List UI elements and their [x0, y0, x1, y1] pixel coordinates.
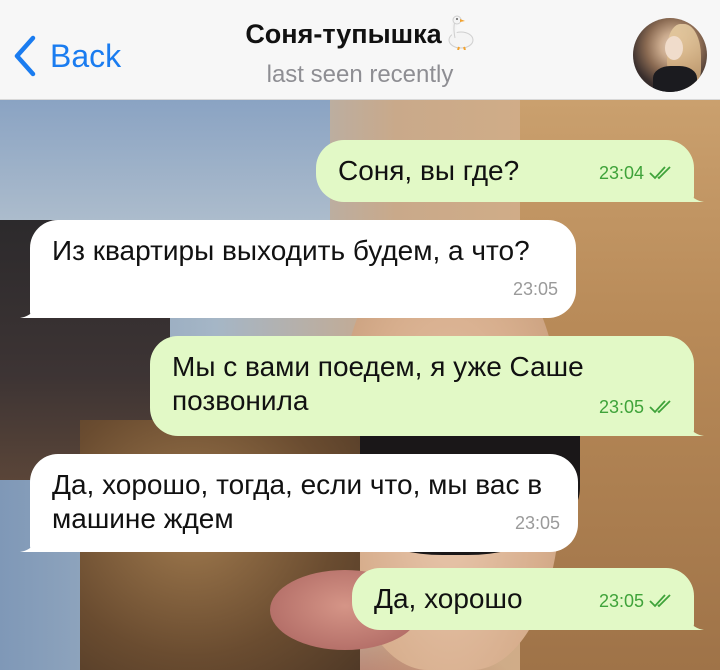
- goose-icon: [445, 14, 475, 55]
- double-check-icon: [649, 594, 671, 608]
- message-meta: 23:05: [599, 390, 676, 424]
- message-time: 23:05: [514, 513, 560, 533]
- double-check-icon: [649, 400, 671, 414]
- message-bubble-incoming[interactable]: Да, хорошо, тогда, если что, мы вас в ма…: [20, 454, 578, 552]
- message-time: 23:04: [598, 163, 644, 183]
- chat-title: Соня-тупышка: [245, 19, 442, 49]
- message-text: Из квартиры выходить будем, а что?: [52, 235, 530, 266]
- chat-area[interactable]: Соня, вы где? 23:04 Из квартиры выходить…: [0, 100, 720, 670]
- message-meta: 23:04: [599, 156, 676, 190]
- message-meta: 23:05: [515, 506, 560, 540]
- message-bubble-outgoing[interactable]: Мы с вами поедем, я уже Саше позвонила 2…: [150, 336, 704, 436]
- message-text: Мы с вами поедем, я уже Саше позвонила: [172, 351, 584, 416]
- double-check-icon: [649, 166, 671, 180]
- message-meta: 23:05: [513, 272, 558, 306]
- message-time: 23:05: [512, 279, 558, 299]
- chat-status: last seen recently: [266, 61, 454, 88]
- chat-title-block[interactable]: Соня-тупышка last seen recently: [0, 14, 720, 89]
- message-bubble-outgoing[interactable]: Соня, вы где? 23:04: [316, 140, 704, 202]
- message-text: Соня, вы где?: [338, 155, 520, 186]
- avatar[interactable]: [633, 18, 707, 92]
- message-time: 23:05: [598, 591, 644, 611]
- message-time: 23:05: [598, 397, 644, 417]
- message-text: Да, хорошо, тогда, если что, мы вас в ма…: [52, 469, 543, 534]
- message-bubble-incoming[interactable]: Из квартиры выходить будем, а что? 23:05: [20, 220, 576, 318]
- chat-header: Back Соня-тупышка last seen recently: [0, 0, 720, 100]
- message-text: Да, хорошо: [374, 583, 523, 614]
- message-meta: 23:05: [599, 584, 676, 618]
- message-bubble-outgoing[interactable]: Да, хорошо 23:05: [352, 568, 704, 630]
